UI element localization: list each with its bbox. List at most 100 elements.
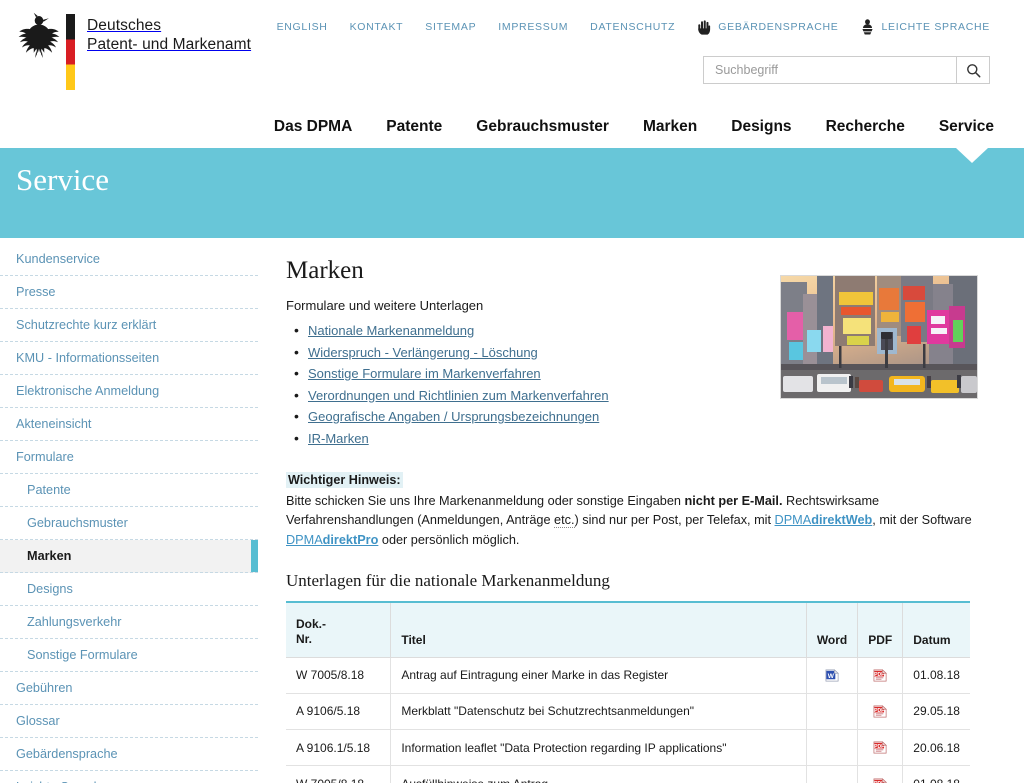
list-item: Sonstige Formulare im Markenverfahren	[294, 364, 978, 383]
cell-word[interactable]: W	[806, 657, 859, 694]
top-links: ENGLISH KONTAKT SITEMAP IMPRESSUM DATENS…	[277, 19, 990, 35]
nav-item-marken[interactable]: Marken	[643, 118, 697, 136]
link-dpma-direkt-web-suffix: direktWeb	[811, 513, 873, 527]
cell-dok-nr: A 9106.1/5.18	[286, 729, 392, 767]
sidebar-item-gebaerdensprache[interactable]: Gebärdensprache	[0, 738, 258, 771]
top-link-leichte-sprache-label: LEICHTE SPRACHE	[881, 21, 990, 33]
top-link-gebaerdensprache-label: GEBÄRDENSPRACHE	[718, 21, 839, 33]
link-geografische-angaben[interactable]: Geografische Angaben / Ursprungsbezeichn…	[308, 409, 599, 424]
nav-item-gebrauchsmuster[interactable]: Gebrauchsmuster	[476, 118, 609, 136]
sidebar-item-sonstige-formulare[interactable]: Sonstige Formulare	[0, 639, 258, 672]
logo-line-1: Deutsches	[87, 17, 162, 34]
column-header-dok-nr: Dok.- Nr.	[286, 602, 392, 658]
table-row: A 9106.1/5.18 Information leaflet "Data P…	[286, 729, 970, 767]
sidebar-item-gebuehren[interactable]: Gebühren	[0, 672, 258, 705]
link-widerspruch-verlaengerung-loeschung[interactable]: Widerspruch - Verlängerung - Löschung	[308, 345, 538, 360]
top-link-datenschutz[interactable]: DATENSCHUTZ	[590, 21, 675, 33]
link-dpma-direkt-pro[interactable]: DPMAdirektPro	[286, 533, 378, 547]
sidebar-item-formulare[interactable]: Formulare	[0, 441, 258, 474]
cell-dok-nr: W 7005/8.18	[286, 765, 392, 783]
documents-table-head: Dok.- Nr. Titel Word PDF Datum	[286, 602, 970, 658]
hero-title: Service	[16, 162, 109, 197]
federal-eagle-icon	[18, 12, 60, 58]
documents-table-body: W 7005/8.18 Antrag auf Eintragung einer M…	[286, 657, 970, 783]
column-header-dok-line2: Nr.	[296, 631, 313, 646]
sidebar-item-marken[interactable]: Marken	[0, 540, 258, 573]
top-link-leichte-sprache[interactable]: LEICHTE SPRACHE	[860, 19, 990, 35]
link-dpma-direkt-pro-prefix: DPMA	[286, 532, 323, 547]
german-flag-bar	[66, 14, 75, 90]
nav-item-service[interactable]: Service	[939, 118, 994, 136]
nav-item-recherche[interactable]: Recherche	[826, 118, 905, 136]
top-link-english[interactable]: ENGLISH	[277, 21, 328, 33]
sidebar-item-zahlungsverkehr[interactable]: Zahlungsverkehr	[0, 606, 258, 639]
search-form	[703, 56, 990, 84]
list-item: Geografische Angaben / Ursprungsbezeichn…	[294, 407, 978, 426]
column-header-datum: Datum	[902, 602, 970, 658]
pdf-file-icon: PDF	[873, 668, 887, 682]
link-dpma-direkt-web[interactable]: DPMAdirektWeb	[775, 513, 873, 527]
sidebar-item-presse[interactable]: Presse	[0, 276, 258, 309]
cell-datum: 20.06.18	[902, 729, 970, 767]
table-row: W 7005/8.18Ausfüllhinweise zum Antrag PDF…	[286, 765, 970, 783]
cell-word	[806, 693, 859, 731]
cell-dok-nr: W 7005/8.18	[286, 657, 392, 694]
nav-item-patente[interactable]: Patente	[386, 118, 442, 136]
notice-part-1: Bitte schicken Sie uns Ihre Markenanmeld…	[286, 493, 685, 508]
cell-datum: 01.08.18	[902, 765, 970, 783]
documents-table: Dok.- Nr. Titel Word PDF Datum W 7005/8.…	[286, 601, 970, 783]
notice-part-5: oder persönlich möglich.	[378, 532, 520, 547]
cell-pdf[interactable]: PDF	[857, 729, 904, 767]
sidebar-item-akteneinsicht[interactable]: Akteneinsicht	[0, 408, 258, 441]
notice-body: Bitte schicken Sie uns Ihre Markenanmeld…	[286, 492, 978, 551]
page-root: Deutsches Patent- und Markenamt ENGLISH …	[0, 0, 1024, 783]
word-file-icon: W	[825, 668, 839, 682]
table-header-row: Dok.- Nr. Titel Word PDF Datum	[286, 602, 970, 658]
sidebar-navigation: Kundenservice Presse Schutzrechte kurz e…	[0, 238, 258, 783]
column-header-titel: Titel	[390, 602, 807, 658]
cell-titel: Ausfüllhinweise zum Antrag	[390, 765, 807, 783]
cell-pdf[interactable]: PDF	[857, 693, 904, 731]
top-link-kontakt[interactable]: KONTAKT	[350, 21, 404, 33]
cell-titel: Merkblatt "Datenschutz bei Schutzrechtsa…	[390, 693, 807, 731]
table-section-title: Unterlagen für die nationale Markenanmel…	[286, 571, 610, 590]
easy-language-icon	[862, 19, 874, 35]
top-link-gebaerdensprache[interactable]: GEBÄRDENSPRACHE	[697, 19, 838, 35]
sidebar-item-patente[interactable]: Patente	[0, 474, 258, 507]
top-link-sitemap[interactable]: SITEMAP	[425, 21, 476, 33]
sidebar-item-designs[interactable]: Designs	[0, 573, 258, 606]
nav-item-designs[interactable]: Designs	[731, 118, 791, 136]
link-sonstige-formulare-markenverfahren[interactable]: Sonstige Formulare im Markenverfahren	[308, 366, 541, 381]
sidebar-item-kmu-informationsseiten[interactable]: KMU - Informationsseiten	[0, 342, 258, 375]
cell-pdf[interactable]: PDF	[857, 765, 904, 783]
notice-part-3: ) sind nur per Post, per Telefax, mit	[574, 513, 775, 527]
list-item: IR-Marken	[294, 429, 978, 448]
link-ir-marken[interactable]: IR-Marken	[308, 431, 369, 446]
cell-datum: 29.05.18	[902, 693, 970, 731]
cell-pdf[interactable]: PDF	[857, 657, 904, 694]
nav-item-das-dpma[interactable]: Das DPMA	[274, 118, 352, 136]
notice-abbr-etc: etc.	[554, 513, 575, 528]
sidebar-item-schutzrechte-kurz-erklaert[interactable]: Schutzrechte kurz erklärt	[0, 309, 258, 342]
top-link-impressum[interactable]: IMPRESSUM	[498, 21, 568, 33]
search-button[interactable]	[956, 56, 990, 84]
link-verordnungen-richtlinien[interactable]: Verordnungen und Richtlinien zum Markenv…	[308, 388, 609, 403]
active-nav-pointer	[956, 148, 988, 163]
search-icon	[966, 63, 980, 77]
sidebar-item-gebrauchsmuster[interactable]: Gebrauchsmuster	[0, 507, 258, 540]
sidebar-item-glossar[interactable]: Glossar	[0, 705, 258, 738]
pdf-file-icon: PDF	[873, 777, 887, 783]
link-nationale-markenanmeldung[interactable]: Nationale Markenanmeldung	[308, 323, 474, 338]
column-header-pdf: PDF	[857, 602, 904, 658]
site-logo[interactable]: Deutsches Patent- und Markenamt	[18, 12, 251, 90]
pdf-file-icon: PDF	[873, 741, 887, 754]
main-navigation: Das DPMA Patente Gebrauchsmuster Marken …	[0, 118, 1024, 148]
sidebar-item-kundenservice[interactable]: Kundenservice	[0, 243, 258, 276]
link-dpma-direkt-pro-suffix: direktPro	[322, 532, 379, 547]
sidebar-item-elektronische-anmeldung[interactable]: Elektronische Anmeldung	[0, 375, 258, 408]
pdf-file-icon: PDF	[873, 705, 887, 718]
main-content: Marken Formulare und weitere Unterlagen …	[258, 238, 1024, 783]
sidebar-item-leichte-sprache[interactable]: Leichte Sprache	[0, 771, 258, 783]
search-input[interactable]	[703, 56, 956, 84]
notice-title: Wichtiger Hinweis:	[286, 471, 403, 488]
